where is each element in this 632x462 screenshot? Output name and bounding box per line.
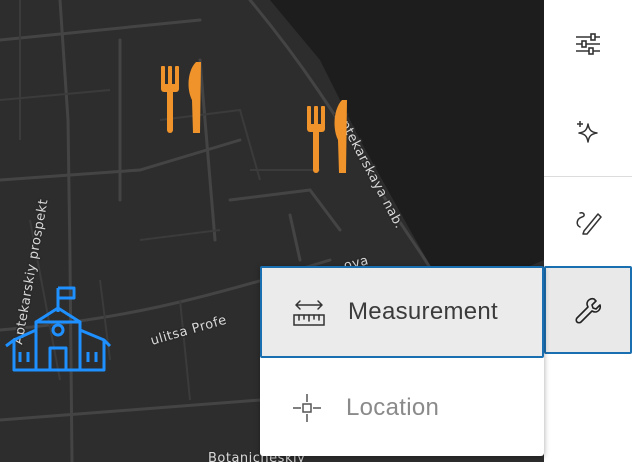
filter-button[interactable] <box>544 0 632 88</box>
ruler-measure-icon <box>292 295 326 329</box>
filter-sliders-icon <box>576 33 600 55</box>
sketch-pencil-icon <box>576 212 602 235</box>
tools-popup-menu: Measurement Location <box>260 266 544 456</box>
sparkle-icon <box>577 121 598 143</box>
location-menu-item[interactable]: Location <box>260 362 544 454</box>
sketch-button[interactable] <box>544 177 632 265</box>
location-label: Location <box>346 394 440 421</box>
tools-toolbar <box>544 0 632 462</box>
tools-button[interactable] <box>544 266 632 354</box>
measurement-label: Measurement <box>348 298 499 325</box>
measurement-menu-item[interactable]: Measurement <box>260 266 544 358</box>
effects-button[interactable] <box>544 88 632 176</box>
wrench-icon <box>575 297 602 324</box>
crosshair-location-icon <box>290 391 324 425</box>
